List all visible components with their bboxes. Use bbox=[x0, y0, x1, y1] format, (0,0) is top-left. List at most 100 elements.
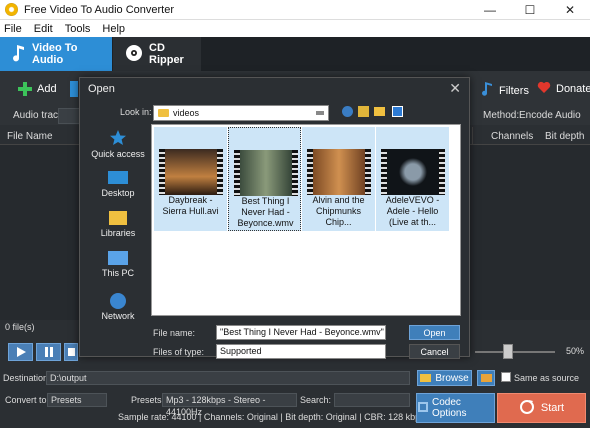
file-type-value: Supported bbox=[220, 346, 262, 356]
file-item[interactable]: Daybreak - Sierra Hull.avi bbox=[154, 127, 227, 231]
tab-video-to-audio[interactable]: Video To Audio bbox=[0, 37, 112, 71]
film-strip bbox=[234, 150, 240, 196]
place-quick-access[interactable]: Quick access bbox=[87, 129, 149, 159]
codec-options-label: Codec Options bbox=[432, 397, 467, 419]
method-label: Method: bbox=[483, 110, 520, 121]
add-button[interactable]: Add bbox=[17, 81, 57, 97]
menu-edit[interactable]: Edit bbox=[34, 23, 53, 35]
open-folder-icon bbox=[480, 374, 492, 382]
volume-value: 50% bbox=[566, 346, 585, 356]
menu-help[interactable]: Help bbox=[102, 23, 125, 35]
file-type-select[interactable]: Supported bbox=[216, 344, 386, 359]
minimize-button[interactable]: — bbox=[470, 0, 510, 20]
filters-button[interactable]: Filters bbox=[482, 81, 529, 100]
film-strip bbox=[292, 150, 298, 196]
divider bbox=[472, 127, 473, 145]
col-channels[interactable]: Channels bbox=[491, 131, 533, 142]
search-input[interactable] bbox=[334, 393, 410, 407]
stop-button[interactable] bbox=[64, 343, 78, 361]
play-button[interactable] bbox=[8, 343, 33, 361]
method-value[interactable]: Encode Audio bbox=[519, 110, 581, 121]
open-folder-button[interactable] bbox=[477, 370, 495, 386]
codec-options-button[interactable]: Codec Options bbox=[416, 393, 495, 423]
col-bit-depth[interactable]: Bit depth bbox=[545, 131, 584, 142]
start-button[interactable]: Start bbox=[497, 393, 586, 423]
add-label: Add bbox=[37, 83, 57, 95]
video-thumbnail bbox=[159, 149, 223, 195]
look-in-select[interactable]: videos bbox=[153, 105, 329, 121]
file-name-label: File name: bbox=[153, 328, 196, 338]
menu-tools[interactable]: Tools bbox=[65, 23, 91, 35]
network-icon bbox=[110, 293, 126, 309]
libraries-icon bbox=[109, 211, 127, 225]
pause-button[interactable] bbox=[36, 343, 61, 361]
donate-button[interactable]: Donate bbox=[537, 81, 590, 97]
video-thumbnail bbox=[234, 150, 298, 196]
view-menu-icon[interactable] bbox=[392, 106, 403, 117]
menu-file[interactable]: File bbox=[4, 23, 22, 35]
new-folder-icon[interactable] bbox=[374, 107, 385, 116]
volume-slider[interactable] bbox=[475, 351, 555, 353]
title-bar: Free Video To Audio Converter — ☐ ✕ bbox=[0, 0, 590, 20]
convert-to-select[interactable]: Presets bbox=[47, 393, 107, 407]
film-strip bbox=[307, 149, 313, 195]
place-label: This PC bbox=[101, 268, 134, 278]
dialog-close-button[interactable]: ✕ bbox=[449, 80, 461, 97]
place-this-pc[interactable]: This PC bbox=[87, 251, 149, 278]
browse-button[interactable]: Browse bbox=[417, 370, 472, 386]
place-network[interactable]: Network bbox=[87, 293, 149, 321]
play-icon bbox=[16, 347, 26, 357]
film-strip bbox=[439, 149, 445, 195]
film-strip bbox=[365, 149, 371, 195]
settings-icon bbox=[417, 401, 429, 416]
open-dialog: Open ✕ Look in: videos Quick access Desk… bbox=[79, 77, 470, 359]
arrow-icon bbox=[70, 81, 78, 97]
audio-track-select[interactable] bbox=[58, 108, 80, 124]
stop-icon bbox=[67, 348, 75, 356]
file-type-label: Files of type: bbox=[153, 347, 205, 357]
start-label: Start bbox=[540, 402, 565, 414]
same-as-source-checkbox[interactable] bbox=[501, 372, 511, 382]
file-item[interactable]: AdeleVEVO - Adele - Hello (Live at th... bbox=[376, 127, 449, 231]
film-strip bbox=[381, 149, 387, 195]
back-icon[interactable] bbox=[342, 106, 353, 117]
same-as-source-label: Same as source bbox=[514, 373, 580, 383]
file-count: 0 file(s) bbox=[5, 322, 35, 332]
tab-strip: Video To Audio CD Ripper bbox=[0, 37, 590, 71]
computer-icon bbox=[108, 251, 128, 265]
places-bar: Quick access Desktop Libraries This PC N… bbox=[87, 123, 149, 348]
search-label: Search: bbox=[300, 395, 332, 405]
file-name: AdeleVEVO - Adele - Hello (Live at th... bbox=[385, 195, 440, 227]
file-name: Best Thing I Never Had - Beyonce.wmv bbox=[237, 196, 294, 228]
music-note-icon bbox=[12, 44, 26, 65]
dialog-title: Open bbox=[88, 83, 115, 95]
heart-icon bbox=[537, 81, 551, 97]
cd-icon bbox=[125, 44, 143, 65]
volume-slider-thumb[interactable] bbox=[503, 344, 513, 359]
presets-select[interactable]: Mp3 - 128kbps - Stereo - 44100Hz bbox=[162, 393, 297, 417]
place-label: Libraries bbox=[100, 228, 136, 238]
place-libraries[interactable]: Libraries bbox=[87, 211, 149, 238]
browse-label: Browse bbox=[435, 372, 469, 384]
destination-field[interactable]: D:\output bbox=[46, 371, 410, 385]
maximize-button[interactable]: ☐ bbox=[510, 0, 550, 20]
file-pane[interactable]: Daybreak - Sierra Hull.avi Best Thing I … bbox=[151, 124, 461, 316]
menu-bar: File Edit Tools Help bbox=[0, 20, 590, 37]
close-button[interactable]: ✕ bbox=[550, 0, 590, 20]
place-desktop[interactable]: Desktop bbox=[87, 171, 149, 198]
pause-icon bbox=[44, 347, 53, 357]
col-file-name[interactable]: File Name bbox=[7, 131, 53, 142]
convert-icon bbox=[519, 399, 535, 418]
open-button[interactable]: Open bbox=[409, 325, 460, 340]
up-folder-icon[interactable] bbox=[358, 106, 369, 117]
destination-label: Destination: bbox=[3, 373, 51, 383]
file-item-selected[interactable]: Best Thing I Never Had - Beyonce.wmv bbox=[228, 127, 301, 231]
file-name-input[interactable]: "Best Thing I Never Had - Beyonce.wmv" "… bbox=[216, 325, 386, 340]
tab-video-to-audio-label: Video To Audio bbox=[32, 42, 78, 66]
tab-cd-ripper[interactable]: CD Ripper bbox=[113, 37, 201, 71]
presets-label: Presets: bbox=[131, 395, 165, 405]
cancel-button[interactable]: Cancel bbox=[409, 344, 460, 359]
file-item[interactable]: Alvin and the Chipmunks Chip... bbox=[302, 127, 375, 231]
film-strip bbox=[217, 149, 223, 195]
look-in-label: Look in: bbox=[120, 107, 152, 117]
